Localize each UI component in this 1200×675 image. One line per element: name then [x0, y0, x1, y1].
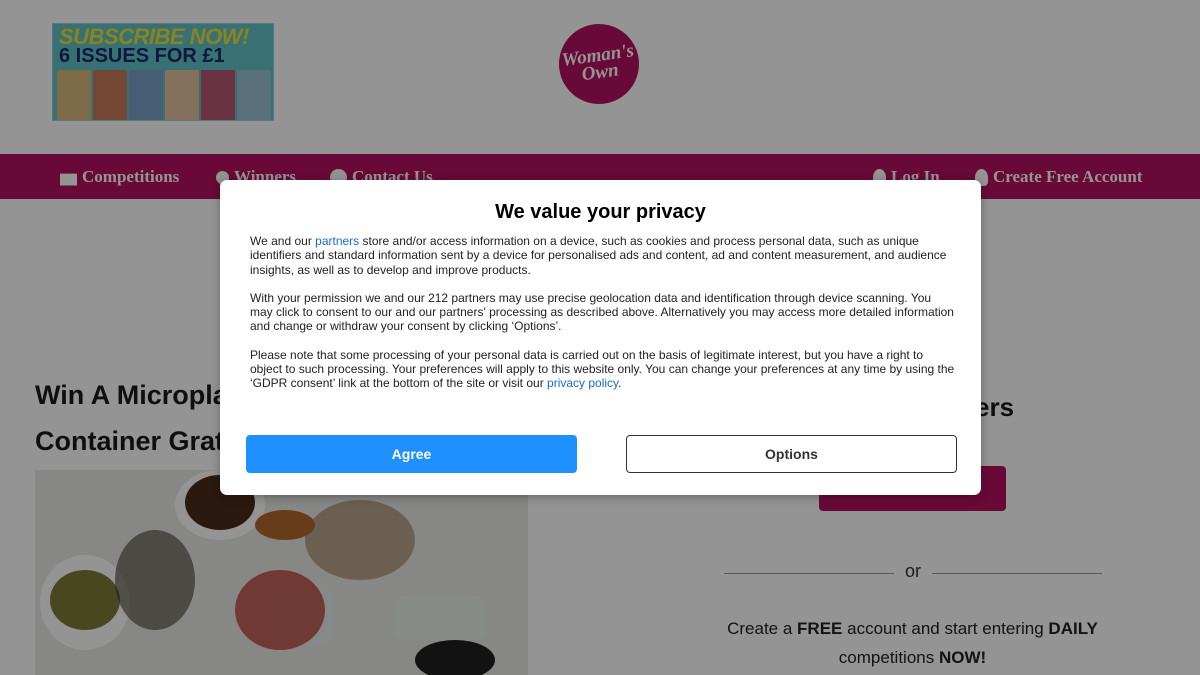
p1-text-a: We and our	[250, 234, 316, 248]
consent-paragraph-3: Please note that some processing of your…	[250, 348, 955, 391]
options-button[interactable]: Options	[626, 435, 957, 473]
consent-paragraph-1: We and our partners store and/or access …	[250, 234, 955, 277]
partners-link[interactable]: partners	[315, 234, 359, 248]
p3-text-b: .	[618, 376, 622, 391]
agree-button[interactable]: Agree	[246, 435, 577, 473]
consent-paragraph-2: With your permission we and our 212 part…	[250, 290, 954, 334]
dialog-body: We and our partners store and/or access …	[250, 234, 955, 405]
privacy-consent-dialog: We value your privacy We and our partner…	[220, 180, 981, 495]
privacy-policy-link[interactable]: privacy policy	[547, 376, 618, 390]
dialog-title: We value your privacy	[495, 201, 706, 223]
